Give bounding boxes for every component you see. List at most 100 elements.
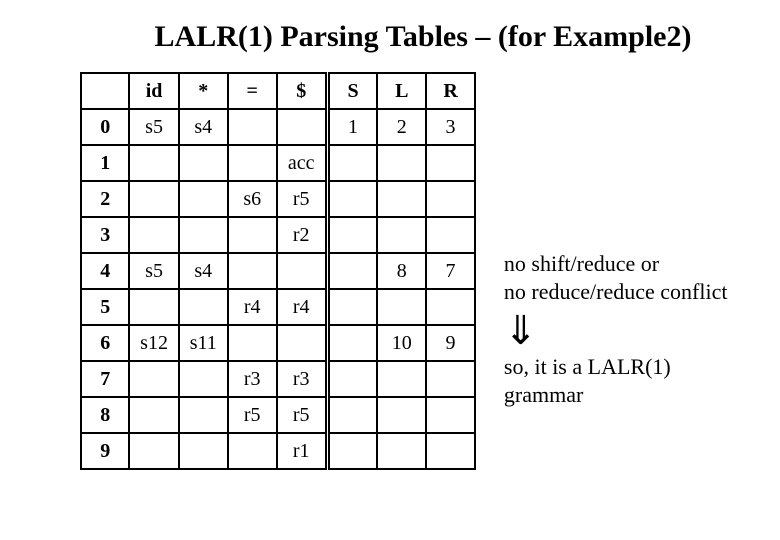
cell — [327, 433, 377, 469]
cell — [426, 361, 475, 397]
cell: r2 — [277, 217, 328, 253]
down-arrow-icon: ⇓ — [504, 311, 750, 351]
header-dollar: $ — [277, 73, 328, 109]
cell — [426, 433, 475, 469]
cell: r4 — [228, 289, 277, 325]
cell — [179, 289, 228, 325]
cell — [129, 433, 178, 469]
cell: acc — [277, 145, 328, 181]
cell: r1 — [277, 433, 328, 469]
header-blank — [81, 73, 129, 109]
cell — [129, 217, 178, 253]
table-row: 9 r1 — [81, 433, 475, 469]
cell: 1 — [327, 109, 377, 145]
header-R: R — [426, 73, 475, 109]
cell — [327, 397, 377, 433]
cell — [228, 433, 277, 469]
state-cell: 0 — [81, 109, 129, 145]
table-row: 4 s5 s4 8 7 — [81, 253, 475, 289]
cell — [228, 217, 277, 253]
cell — [327, 181, 377, 217]
state-cell: 8 — [81, 397, 129, 433]
cell: r5 — [277, 181, 328, 217]
table-row: 2 s6 r5 — [81, 181, 475, 217]
cell: 10 — [377, 325, 426, 361]
cell — [377, 145, 426, 181]
cell: r3 — [228, 361, 277, 397]
cell: 2 — [377, 109, 426, 145]
cell — [327, 325, 377, 361]
cell: s6 — [228, 181, 277, 217]
cell: s11 — [179, 325, 228, 361]
header-star: * — [179, 73, 228, 109]
cell: r5 — [228, 397, 277, 433]
cell — [179, 361, 228, 397]
state-cell: 3 — [81, 217, 129, 253]
cell: s5 — [129, 109, 178, 145]
cell — [228, 325, 277, 361]
table-row: 5 r4 r4 — [81, 289, 475, 325]
state-cell: 6 — [81, 325, 129, 361]
cell: 3 — [426, 109, 475, 145]
cell — [377, 361, 426, 397]
note-line-3: so, it is a LALR(1) grammar — [504, 353, 750, 408]
cell — [129, 397, 178, 433]
cell — [377, 397, 426, 433]
cell: 8 — [377, 253, 426, 289]
cell — [228, 253, 277, 289]
note-line-2: no reduce/reduce conflict — [504, 278, 750, 306]
header-eq: = — [228, 73, 277, 109]
notes-block: no shift/reduce or no reduce/reduce conf… — [504, 72, 750, 408]
cell — [129, 289, 178, 325]
table-row: 8 r5 r5 — [81, 397, 475, 433]
header-id: id — [129, 73, 178, 109]
cell: s12 — [129, 325, 178, 361]
cell — [327, 361, 377, 397]
parsing-table: id * = $ S L R 0 s5 s4 1 2 3 — [80, 72, 476, 470]
state-cell: 5 — [81, 289, 129, 325]
page-title: LALR(1) Parsing Tables – (for Example2) — [96, 20, 750, 54]
cell — [327, 217, 377, 253]
cell — [327, 253, 377, 289]
cell — [277, 109, 328, 145]
cell — [327, 145, 377, 181]
cell — [129, 145, 178, 181]
cell — [426, 181, 475, 217]
content-row: id * = $ S L R 0 s5 s4 1 2 3 — [30, 72, 750, 470]
cell: 9 — [426, 325, 475, 361]
cell — [426, 397, 475, 433]
cell: r5 — [277, 397, 328, 433]
table-row: 0 s5 s4 1 2 3 — [81, 109, 475, 145]
slide: LALR(1) Parsing Tables – (for Example2) … — [0, 0, 780, 490]
cell — [179, 181, 228, 217]
header-S: S — [327, 73, 377, 109]
state-cell: 9 — [81, 433, 129, 469]
cell: s4 — [179, 109, 228, 145]
cell — [377, 433, 426, 469]
header-L: L — [377, 73, 426, 109]
cell — [228, 109, 277, 145]
cell — [377, 181, 426, 217]
cell — [377, 289, 426, 325]
table-row: 1 acc — [81, 145, 475, 181]
cell: s5 — [129, 253, 178, 289]
cell — [179, 145, 228, 181]
cell — [129, 181, 178, 217]
cell — [426, 289, 475, 325]
cell: r3 — [277, 361, 328, 397]
cell: s4 — [179, 253, 228, 289]
cell — [179, 397, 228, 433]
cell — [426, 145, 475, 181]
cell — [327, 289, 377, 325]
cell — [277, 253, 328, 289]
state-cell: 4 — [81, 253, 129, 289]
table-wrap: id * = $ S L R 0 s5 s4 1 2 3 — [80, 72, 476, 470]
cell: r4 — [277, 289, 328, 325]
cell: 7 — [426, 253, 475, 289]
cell — [179, 217, 228, 253]
state-cell: 1 — [81, 145, 129, 181]
cell — [277, 325, 328, 361]
table-header-row: id * = $ S L R — [81, 73, 475, 109]
cell — [179, 433, 228, 469]
cell — [426, 217, 475, 253]
